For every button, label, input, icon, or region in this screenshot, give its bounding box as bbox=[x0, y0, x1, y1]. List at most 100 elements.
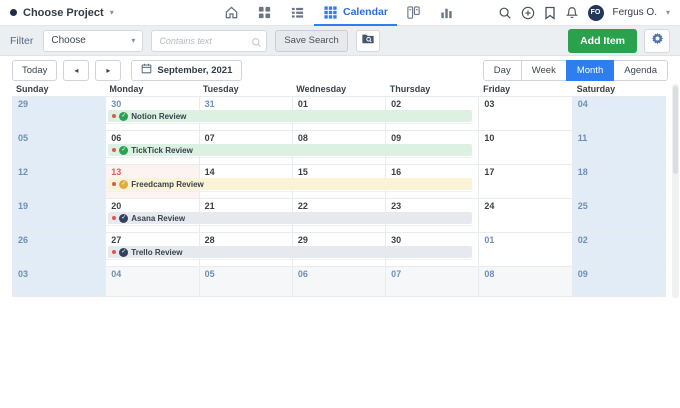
main-nav: Calendar bbox=[215, 0, 463, 26]
day-cell-11[interactable]: 11 bbox=[573, 131, 666, 164]
date-label: 24 bbox=[479, 199, 571, 211]
nav-kanban[interactable] bbox=[397, 0, 430, 26]
prev-month-button[interactable]: ◂ bbox=[63, 60, 89, 81]
save-search-button[interactable]: Save Search bbox=[275, 30, 347, 52]
view-day-button[interactable]: Day bbox=[483, 60, 522, 81]
date-label: 17 bbox=[479, 165, 571, 177]
date-label: 07 bbox=[200, 131, 292, 143]
day-cell-03[interactable]: 03 bbox=[479, 97, 572, 130]
date-label: 09 bbox=[573, 267, 665, 279]
day-header-thursday: Thursday bbox=[386, 84, 479, 96]
view-week-button[interactable]: Week bbox=[521, 60, 567, 81]
event-notion-review[interactable]: ✓Notion Review bbox=[108, 110, 472, 122]
calendar-week-row: 05060708091011✓TickTick Review bbox=[13, 131, 666, 165]
date-label: 19 bbox=[13, 199, 105, 211]
search-icon[interactable] bbox=[498, 6, 512, 20]
user-name[interactable]: Fergus O. bbox=[613, 7, 657, 18]
day-header-sunday: Sunday bbox=[12, 84, 105, 96]
priority-dot-icon bbox=[112, 216, 116, 220]
nav-calendar-label: Calendar bbox=[343, 6, 388, 18]
calendar-week-row: 29303101020304✓Notion Review bbox=[13, 97, 666, 131]
date-label: 30 bbox=[106, 97, 198, 109]
date-label: 05 bbox=[13, 131, 105, 143]
event-title: Notion Review bbox=[131, 112, 186, 121]
add-item-button[interactable]: Add Item bbox=[568, 29, 637, 53]
nav-home[interactable] bbox=[215, 0, 248, 26]
event-trello-review[interactable]: ✓Trello Review bbox=[108, 246, 472, 258]
event-freedcamp-review[interactable]: ✓Freedcamp Review bbox=[108, 178, 472, 190]
day-cell-03[interactable]: 03 bbox=[13, 267, 106, 296]
next-month-button[interactable]: ▸ bbox=[95, 60, 121, 81]
nav-boards[interactable] bbox=[248, 0, 281, 26]
view-month-button[interactable]: Month bbox=[566, 60, 614, 81]
day-cell-02[interactable]: 02 bbox=[573, 233, 666, 266]
date-label: 23 bbox=[386, 199, 478, 211]
day-cell-05[interactable]: 05 bbox=[200, 267, 293, 296]
today-button[interactable]: Today bbox=[12, 60, 57, 81]
settings-button[interactable] bbox=[644, 29, 670, 53]
boards-grid-icon bbox=[257, 5, 272, 20]
calendar-week-row: 19202122232425✓Asana Review bbox=[13, 199, 666, 233]
bookmark-icon[interactable] bbox=[544, 6, 556, 20]
view-agenda-button[interactable]: Agenda bbox=[613, 60, 668, 81]
day-cell-01[interactable]: 01 bbox=[479, 233, 572, 266]
event-ticktick-review[interactable]: ✓TickTick Review bbox=[108, 144, 472, 156]
day-cell-26[interactable]: 26 bbox=[13, 233, 106, 266]
date-label: 03 bbox=[13, 267, 105, 279]
status-check-icon: ✓ bbox=[119, 146, 128, 155]
period-picker-button[interactable]: September, 2021 bbox=[131, 60, 242, 81]
task-list-icon bbox=[290, 5, 305, 20]
select-chevron-down-icon: ▾ bbox=[131, 37, 135, 45]
contains-text-input[interactable] bbox=[151, 30, 267, 52]
date-label: 31 bbox=[200, 97, 292, 109]
filter-select[interactable]: Choose ▾ bbox=[43, 30, 143, 52]
priority-dot-icon bbox=[112, 182, 116, 186]
nav-calendar[interactable]: Calendar bbox=[314, 0, 397, 26]
event-asana-review[interactable]: ✓Asana Review bbox=[108, 212, 472, 224]
day-cell-29[interactable]: 29 bbox=[13, 97, 106, 130]
saved-searches-button[interactable] bbox=[356, 30, 380, 52]
day-cell-09[interactable]: 09 bbox=[573, 267, 666, 296]
date-label: 13 bbox=[106, 165, 198, 177]
date-label: 21 bbox=[200, 199, 292, 211]
view-switcher: Day Week Month Agenda bbox=[483, 60, 668, 81]
event-lane-divider bbox=[106, 123, 472, 124]
day-cell-06[interactable]: 06 bbox=[293, 267, 386, 296]
calendar-week-row: 12131415161718✓Freedcamp Review bbox=[13, 165, 666, 199]
day-cell-08[interactable]: 08 bbox=[479, 267, 572, 296]
day-header-friday: Friday bbox=[479, 84, 572, 96]
date-label: 14 bbox=[200, 165, 292, 177]
day-cell-04[interactable]: 04 bbox=[106, 267, 199, 296]
day-header-saturday: Saturday bbox=[573, 84, 666, 96]
day-cell-17[interactable]: 17 bbox=[479, 165, 572, 198]
user-chevron-down-icon[interactable]: ▾ bbox=[666, 9, 670, 17]
date-label: 28 bbox=[200, 233, 292, 245]
day-cell-05[interactable]: 05 bbox=[13, 131, 106, 164]
status-check-icon: ✓ bbox=[119, 214, 128, 223]
day-cell-12[interactable]: 12 bbox=[13, 165, 106, 198]
day-header-monday: Monday bbox=[105, 84, 198, 96]
add-circle-icon[interactable] bbox=[521, 6, 535, 20]
day-cell-04[interactable]: 04 bbox=[573, 97, 666, 130]
event-lane-divider bbox=[106, 191, 472, 192]
nav-task-list[interactable] bbox=[281, 0, 314, 26]
bell-icon[interactable] bbox=[565, 6, 579, 20]
day-cell-10[interactable]: 10 bbox=[479, 131, 572, 164]
month-calendar: SundayMondayTuesdayWednesdayThursdayFrid… bbox=[12, 84, 666, 297]
project-selector[interactable]: Choose Project ▾ bbox=[10, 7, 114, 19]
date-label: 06 bbox=[106, 131, 198, 143]
nav-reports[interactable] bbox=[430, 0, 463, 26]
day-cell-19[interactable]: 19 bbox=[13, 199, 106, 232]
date-label: 15 bbox=[293, 165, 385, 177]
day-cell-25[interactable]: 25 bbox=[573, 199, 666, 232]
vertical-scrollbar[interactable] bbox=[672, 84, 679, 298]
filter-right-actions: Add Item bbox=[568, 29, 670, 53]
scrollbar-thumb[interactable] bbox=[673, 86, 678, 174]
priority-dot-icon bbox=[112, 148, 116, 152]
day-cell-24[interactable]: 24 bbox=[479, 199, 572, 232]
day-cell-18[interactable]: 18 bbox=[573, 165, 666, 198]
user-avatar[interactable]: FO bbox=[588, 5, 604, 21]
day-cell-07[interactable]: 07 bbox=[386, 267, 479, 296]
date-label: 02 bbox=[386, 97, 478, 109]
day-header-wednesday: Wednesday bbox=[292, 84, 385, 96]
